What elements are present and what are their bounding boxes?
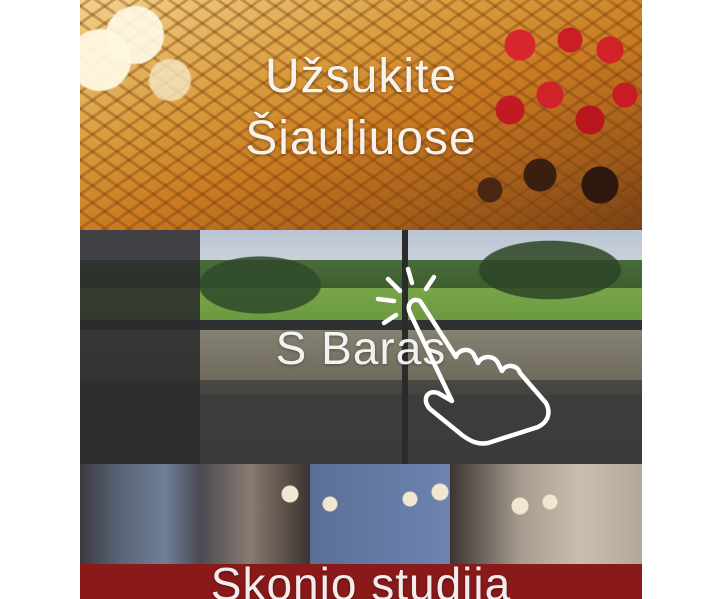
title-line-2: Šiauliuose <box>245 112 477 165</box>
venue-card-title: S Baras <box>275 322 447 374</box>
venue-card-s-baras[interactable]: S Baras <box>80 230 642 464</box>
title-line-1: Užsukite <box>264 50 458 103</box>
venue-feed: Užsukite Šiauliuose S Baras Skonio studi… <box>80 0 642 599</box>
venue-card-title: Skonio studija <box>210 558 512 599</box>
venue-card-title: Užsukite Šiauliuose <box>80 46 642 170</box>
venue-card-waffles[interactable]: Užsukite Šiauliuose <box>80 0 642 230</box>
venue-card-skonio-studija[interactable]: Skonio studija <box>80 464 642 599</box>
